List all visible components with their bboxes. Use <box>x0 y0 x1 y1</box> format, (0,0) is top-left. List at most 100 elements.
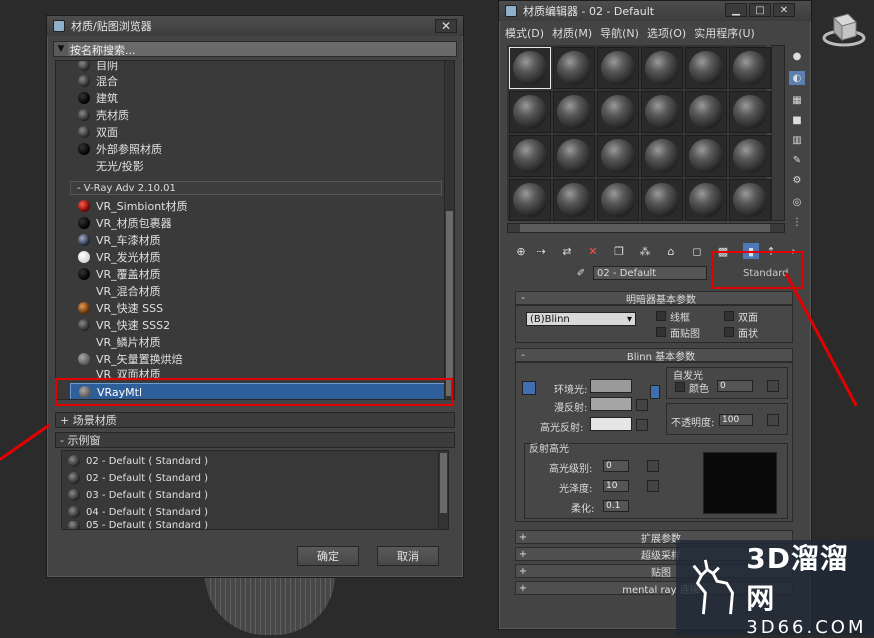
opacity-spinner[interactable]: 100 <box>719 414 753 426</box>
sample-slot[interactable] <box>729 135 771 177</box>
sample-slot[interactable] <box>597 179 639 221</box>
scrollbar-thumb[interactable] <box>440 453 447 513</box>
list-item[interactable]: 双面 <box>78 124 118 140</box>
close-button[interactable]: ✕ <box>435 19 457 33</box>
list-item[interactable]: 03 - Default ( Standard ) <box>68 487 208 503</box>
reset-map-icon[interactable]: ✕ <box>585 243 601 259</box>
soften-spinner[interactable]: 0.1 <box>603 500 629 512</box>
menu-material[interactable]: 材质(M) <box>552 25 592 41</box>
list-item[interactable]: 05 - Default ( Standard ) <box>68 521 208 529</box>
sample-slot[interactable] <box>641 91 683 133</box>
sample-slot[interactable] <box>685 179 727 221</box>
scrollbar-thumb[interactable] <box>446 211 453 396</box>
specular-color-swatch[interactable] <box>590 417 632 431</box>
put-to-library-icon[interactable]: ⌂ <box>663 243 679 259</box>
sample-slot[interactable] <box>685 47 727 89</box>
lock-icon[interactable] <box>522 381 536 395</box>
material-name-field[interactable]: 02 - Default <box>593 266 707 280</box>
list-item[interactable]: 02 - Default ( Standard ) <box>68 470 208 486</box>
two-sided-checkbox[interactable] <box>724 311 734 321</box>
list-item[interactable]: VR_Simbiont材质 <box>78 198 187 214</box>
sample-slot[interactable] <box>685 91 727 133</box>
browser-titlebar[interactable]: 材质/贴图浏览器 ✕ <box>47 16 463 36</box>
cancel-button[interactable]: 取消 <box>377 546 439 566</box>
list-item[interactable]: VR_矢量置换烘焙 <box>78 351 183 367</box>
list-item[interactable]: 壳材质 <box>78 107 129 123</box>
spec-level-spinner[interactable]: 0 <box>603 460 629 472</box>
video-color-check-icon[interactable]: ▥ <box>789 133 805 147</box>
material-navigator-icon[interactable]: ⋮ <box>789 215 805 229</box>
opacity-map-button[interactable] <box>767 414 779 426</box>
spec-level-map-button[interactable] <box>647 460 659 472</box>
sample-slots-header[interactable]: - 示例窗 <box>55 432 455 448</box>
menu-utilities[interactable]: 实用程序(U) <box>694 25 755 41</box>
copy-material-icon[interactable]: ❐ <box>611 243 627 259</box>
shader-rollout-header[interactable]: - 明暗器基本参数 <box>515 291 793 306</box>
sample-slot[interactable] <box>641 47 683 89</box>
menu-navigation[interactable]: 导航(N) <box>600 25 639 41</box>
sample-slot[interactable] <box>685 135 727 177</box>
self-illum-map-button[interactable] <box>767 380 779 392</box>
faceted-checkbox[interactable] <box>724 327 734 337</box>
background-icon[interactable]: ▦ <box>789 93 805 107</box>
list-item[interactable]: VR_混合材质 <box>78 283 161 299</box>
blinn-rollout-header[interactable]: - Blinn 基本参数 <box>515 348 793 363</box>
sample-scrollbar[interactable] <box>438 451 448 529</box>
sample-slot[interactable] <box>641 135 683 177</box>
get-material-icon[interactable]: ⊕ <box>513 243 529 259</box>
self-illum-color-checkbox[interactable] <box>675 382 685 392</box>
sample-slot[interactable] <box>641 179 683 221</box>
list-item[interactable]: 建筑 <box>78 90 118 106</box>
list-item[interactable]: 外部参照材质 <box>78 141 162 157</box>
menu-options[interactable]: 选项(O) <box>647 25 686 41</box>
ambient-color-swatch[interactable] <box>590 379 632 393</box>
uv-tiling-icon[interactable]: ■ <box>789 113 805 127</box>
list-item[interactable]: VR_快速 SSS2 <box>78 317 170 333</box>
sample-slot[interactable] <box>597 91 639 133</box>
sample-slot[interactable] <box>509 47 551 89</box>
list-item[interactable]: 自阴 <box>78 61 118 73</box>
sample-slot[interactable] <box>597 135 639 177</box>
list-item[interactable]: VR_发光材质 <box>78 249 161 265</box>
put-to-scene-icon[interactable]: ⇄ <box>559 243 575 259</box>
minimize-button[interactable]: ▁ <box>725 3 747 17</box>
vray-group-header[interactable]: - V-Ray Adv 2.10.01 <box>70 181 442 195</box>
material-id-icon[interactable]: ◻ <box>689 243 705 259</box>
slots-vscrollbar[interactable] <box>771 45 785 221</box>
self-illum-spinner[interactable]: 0 <box>717 380 753 392</box>
scrollbar-thumb[interactable] <box>520 224 770 232</box>
list-item[interactable]: VR_鳞片材质 <box>78 334 161 350</box>
sample-slot[interactable] <box>729 179 771 221</box>
list-scrollbar[interactable] <box>444 61 454 399</box>
make-preview-icon[interactable]: ✎ <box>789 153 805 167</box>
ok-button[interactable]: 确定 <box>297 546 359 566</box>
select-by-material-icon[interactable]: ◎ <box>789 195 805 209</box>
list-item[interactable]: 04 - Default ( Standard ) <box>68 504 208 520</box>
sample-slot[interactable] <box>553 47 595 89</box>
face-map-checkbox[interactable] <box>656 327 666 337</box>
scene-materials-header[interactable]: + 场景材质 <box>55 412 455 428</box>
sample-slot[interactable] <box>553 135 595 177</box>
assign-material-icon[interactable]: ⇢ <box>533 243 549 259</box>
sample-slot[interactable] <box>553 91 595 133</box>
sample-slot[interactable] <box>553 179 595 221</box>
close-button[interactable]: ✕ <box>773 3 795 17</box>
ambient-lock-icon[interactable] <box>650 385 660 399</box>
viewcube-icon[interactable] <box>822 10 866 48</box>
list-item[interactable]: 无光/投影 <box>78 158 144 174</box>
menu-mode[interactable]: 模式(D) <box>505 25 544 41</box>
list-item[interactable]: VR_车漆材质 <box>78 232 161 248</box>
list-item[interactable]: VR_快速 SSS <box>78 300 163 316</box>
search-input[interactable]: 按名称搜索... <box>68 42 456 57</box>
list-item[interactable]: VR_材质包裹器 <box>78 215 172 231</box>
slots-hscrollbar[interactable] <box>507 223 785 233</box>
glossiness-map-button[interactable] <box>647 480 659 492</box>
specular-map-button[interactable] <box>636 419 648 431</box>
wire-checkbox[interactable] <box>656 311 666 321</box>
sample-type-icon[interactable]: ● <box>789 49 805 63</box>
sample-slot[interactable] <box>729 47 771 89</box>
list-item[interactable]: 02 - Default ( Standard ) <box>68 453 208 469</box>
options-dropdown-icon[interactable]: ▼ <box>54 44 68 54</box>
sample-slot[interactable] <box>509 91 551 133</box>
sample-slot[interactable] <box>597 47 639 89</box>
